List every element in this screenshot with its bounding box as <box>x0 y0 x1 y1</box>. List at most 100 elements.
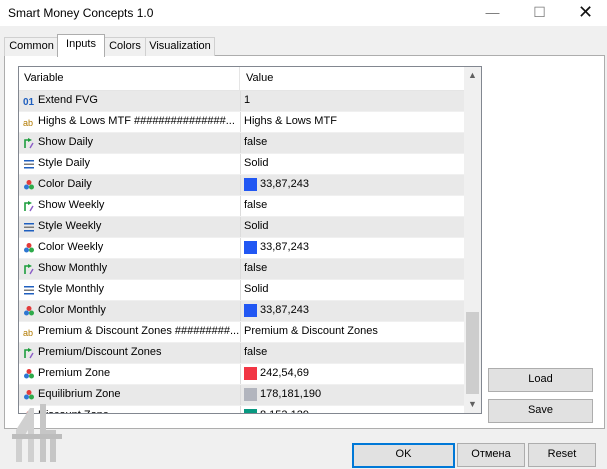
variable-cell: Color Daily <box>19 175 239 195</box>
value-cell[interactable]: Highs & Lows MTF <box>240 112 465 132</box>
tab-visualization[interactable]: Visualization <box>145 37 215 56</box>
value-cell[interactable]: 33,87,243 <box>240 238 465 258</box>
tab-common[interactable]: Common <box>4 37 59 56</box>
window-title: Smart Money Concepts 1.0 <box>8 6 154 20</box>
value-cell[interactable]: 242,54,69 <box>240 364 465 384</box>
title-bar: Smart Money Concepts 1.0 — ☐ ✕ <box>0 0 607 26</box>
color-swatch[interactable] <box>244 388 257 401</box>
value-cell[interactable]: false <box>240 196 465 216</box>
color-swatch[interactable] <box>244 409 257 413</box>
grid-row[interactable]: Style Monthly Solid <box>19 280 464 301</box>
maximize-button[interactable]: ☐ <box>517 0 562 26</box>
value-cell[interactable]: 33,87,243 <box>240 301 465 321</box>
variable-label: Color Weekly <box>38 241 104 253</box>
value-cell[interactable]: 8,153,129 <box>240 406 465 413</box>
value-cell[interactable]: false <box>240 343 465 363</box>
value-text: 1 <box>244 94 251 106</box>
grid-row[interactable]: Discount Zone8,153,129 <box>19 406 465 413</box>
variable-cell: ab Highs & Lows MTF ###############... <box>19 112 239 132</box>
load-button[interactable]: Load <box>488 368 593 392</box>
variable-label: Style Weekly <box>38 220 102 232</box>
close-button[interactable]: ✕ <box>563 0 607 26</box>
variable-cell: Style Weekly <box>19 217 239 237</box>
cancel-button[interactable]: Отмена <box>457 443 525 467</box>
vertical-scrollbar[interactable]: ▲ ▼ <box>464 67 481 413</box>
variable-label: Color Daily <box>38 178 92 190</box>
value-text: 178,181,190 <box>260 388 322 400</box>
value-text: Highs & Lows MTF <box>244 115 337 127</box>
grid-header: Variable Value <box>19 67 464 91</box>
variable-label: Show Weekly <box>38 199 105 211</box>
variable-cell: 01 Extend FVG <box>19 91 239 111</box>
variable-cell: Show Monthly <box>19 259 239 279</box>
tab-inputs[interactable]: Inputs <box>57 34 105 57</box>
value-text: 33,87,243 <box>260 304 309 316</box>
grid-rows: 01 Extend FVG 1 ab Highs & Lows MTF ########… <box>19 91 465 413</box>
column-divider[interactable] <box>239 67 240 90</box>
value-text: Solid <box>244 283 269 295</box>
grid-row[interactable]: Style Daily Solid <box>19 154 464 175</box>
string-icon: ab <box>23 116 35 128</box>
variable-cell: Color Weekly <box>19 238 239 258</box>
color-icon <box>23 179 35 191</box>
value-cell[interactable]: Solid <box>240 217 465 237</box>
grid-row[interactable]: Premium Zone 242,54,69 <box>19 364 464 385</box>
grid-row[interactable]: Color Daily 33,87,243 <box>19 175 464 196</box>
grid-row[interactable]: ab Premium & Discount Zones #########... P… <box>19 322 464 343</box>
grid-row[interactable]: Show Weekly false <box>19 196 464 217</box>
value-cell[interactable]: 33,87,243 <box>240 175 465 195</box>
color-swatch[interactable] <box>244 304 257 317</box>
grid-row[interactable]: Equilibrium Zone 178,181,190 <box>19 385 464 406</box>
value-text: false <box>244 262 268 274</box>
grid-row[interactable]: Style Weekly Solid <box>19 217 464 238</box>
grid-row[interactable]: Color Weekly 33,87,243 <box>19 238 464 259</box>
color-swatch[interactable] <box>244 367 257 380</box>
svg-text:ab: ab <box>23 118 33 128</box>
variable-cell: Premium Zone <box>19 364 239 384</box>
grid-row[interactable]: 01 Extend FVG 1 <box>19 91 464 112</box>
minimize-button[interactable]: — <box>470 0 515 26</box>
value-cell[interactable]: Solid <box>240 154 465 174</box>
value-cell[interactable]: Solid <box>240 280 465 300</box>
variable-cell: Premium/Discount Zones <box>19 343 239 363</box>
variable-cell: Color Monthly <box>19 301 239 321</box>
variable-label: Highs & Lows MTF ###############... <box>38 115 235 127</box>
line-style-icon <box>23 158 35 170</box>
scroll-thumb[interactable] <box>466 312 479 394</box>
value-cell[interactable]: false <box>240 133 465 153</box>
grid-row[interactable]: Show Daily false <box>19 133 464 154</box>
value-cell[interactable]: false <box>240 259 465 279</box>
watermark-logo <box>12 404 62 462</box>
boolean-icon <box>23 137 35 149</box>
grid-row[interactable]: ab Highs & Lows MTF ###############... Hig… <box>19 112 464 133</box>
variable-label: Premium & Discount Zones #########... <box>38 325 239 337</box>
color-icon <box>23 242 35 254</box>
value-cell[interactable]: 1 <box>240 91 465 111</box>
variable-label: Style Monthly <box>38 283 105 295</box>
color-icon <box>23 368 35 380</box>
grid-row[interactable]: Color Monthly 33,87,243 <box>19 301 464 322</box>
grid-row[interactable]: Premium/Discount Zones false <box>19 343 464 364</box>
ok-button[interactable]: OK <box>352 443 455 468</box>
line-style-icon <box>23 284 35 296</box>
variable-cell: ab Premium & Discount Zones #########... <box>19 322 239 342</box>
column-header-value[interactable]: Value <box>246 72 273 84</box>
variable-label: Extend FVG <box>38 94 98 106</box>
color-swatch[interactable] <box>244 178 257 191</box>
scroll-down-arrow-icon[interactable]: ▼ <box>464 396 481 413</box>
reset-button[interactable]: Reset <box>528 443 596 467</box>
value-cell[interactable]: 178,181,190 <box>240 385 465 405</box>
variable-label: Premium/Discount Zones <box>38 346 162 358</box>
value-text: Solid <box>244 157 269 169</box>
grid-row[interactable]: Show Monthly false <box>19 259 464 280</box>
variable-cell: Style Monthly <box>19 280 239 300</box>
value-text: false <box>244 199 268 211</box>
variable-label: Premium Zone <box>38 367 111 379</box>
tab-colors[interactable]: Colors <box>103 37 147 56</box>
column-header-variable[interactable]: Variable <box>24 72 64 84</box>
value-cell[interactable]: Premium & Discount Zones <box>240 322 465 342</box>
scroll-up-arrow-icon[interactable]: ▲ <box>464 67 481 84</box>
save-button[interactable]: Save <box>488 399 593 423</box>
variable-label: Color Monthly <box>38 304 106 316</box>
color-swatch[interactable] <box>244 241 257 254</box>
